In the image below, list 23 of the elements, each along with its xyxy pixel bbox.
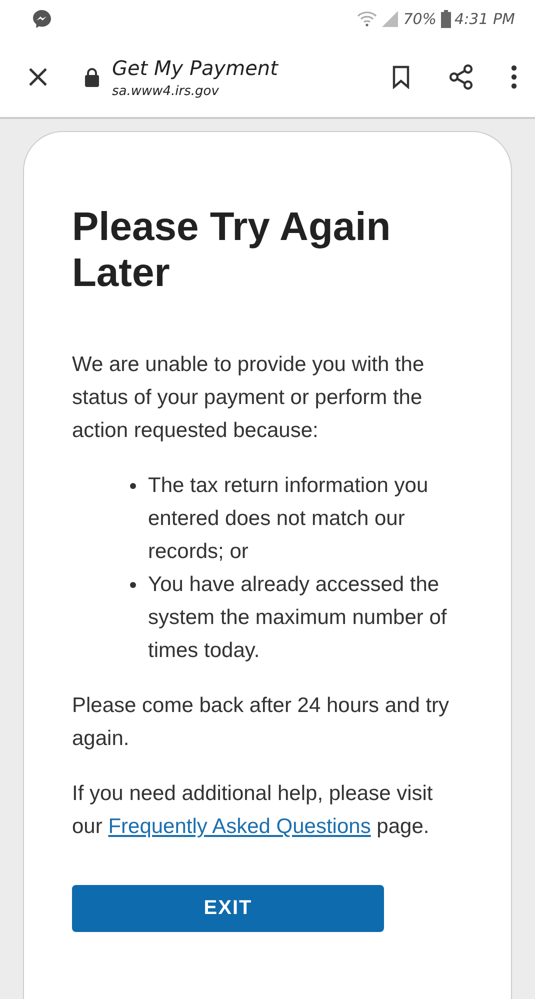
exit-button[interactable]: EXIT	[72, 885, 384, 932]
more-icon	[511, 65, 517, 89]
wifi-icon	[357, 10, 378, 26]
heading: Please Try Again Later	[72, 204, 392, 296]
clock-time: 4:31 PM	[454, 10, 515, 28]
list-item: The tax return information you entered does not match our records; or	[148, 473, 430, 565]
faq-link[interactable]: Frequently Asked Questions	[108, 815, 371, 838]
page-title: Get My Payment	[112, 56, 280, 80]
paragraph: If you need additional help, please visit our Frequently Asked Questions page.	[72, 781, 434, 840]
lock-icon	[84, 67, 100, 87]
share-icon	[447, 63, 475, 91]
bullet-icon	[130, 582, 136, 588]
battery-icon	[440, 10, 451, 28]
close-icon	[28, 67, 48, 87]
bullet-icon	[130, 482, 136, 488]
paragraph: Please come back after 24 hours and try again.	[72, 693, 450, 752]
list-item: You have already accessed the system the maximum number of times today.	[148, 572, 448, 664]
signal-icon	[381, 10, 400, 26]
paragraph: We are unable to provide you with the status of your payment or perform the action requested because:	[72, 352, 426, 444]
bookmark-icon	[391, 65, 411, 89]
page-url: sa.www4.irs.gov	[112, 84, 220, 98]
messenger-icon	[32, 8, 52, 28]
battery-percent: 70%	[403, 10, 437, 28]
